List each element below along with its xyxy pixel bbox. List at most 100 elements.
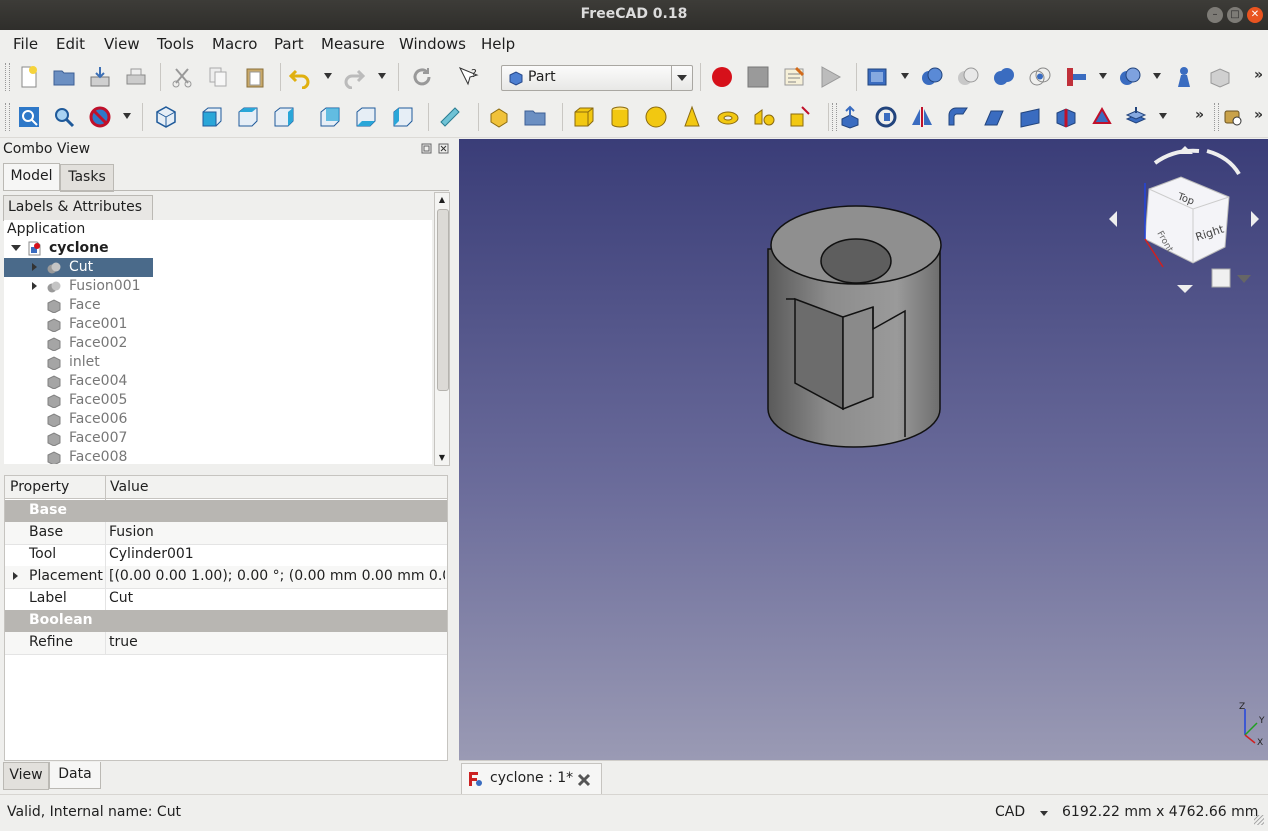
cylinder-icon[interactable] (608, 105, 632, 129)
labels-attributes-header[interactable]: Labels & Attributes (3, 195, 153, 221)
tree-item[interactable]: Face004 (4, 372, 432, 391)
primitives-icon[interactable] (752, 105, 776, 129)
run-macro-icon[interactable] (818, 65, 842, 89)
shape-builder-icon[interactable] (788, 105, 812, 129)
save-icon[interactable] (88, 65, 112, 89)
redo-dropdown-icon[interactable] (378, 73, 386, 79)
new-document-icon[interactable] (17, 65, 41, 89)
tree-document[interactable]: cyclone (4, 239, 432, 258)
refresh-icon[interactable] (410, 65, 434, 89)
defeaturing-icon[interactable] (1208, 65, 1232, 89)
measure-distance-icon[interactable] (438, 105, 462, 129)
expand-arrow-icon[interactable] (13, 572, 18, 580)
print-icon[interactable] (124, 65, 148, 89)
menu-part[interactable]: Part (274, 35, 304, 53)
toolbar-handle[interactable] (5, 63, 10, 91)
resize-grip[interactable] (1254, 815, 1264, 825)
tree-item[interactable]: Face (4, 296, 432, 315)
tab-data[interactable]: Data (49, 762, 101, 789)
property-row-tool[interactable]: Tool Cylinder001 (5, 544, 447, 567)
offset-dropdown-icon[interactable] (1159, 113, 1167, 119)
tree-item[interactable]: Face001 (4, 315, 432, 334)
open-folder-icon[interactable] (52, 65, 76, 89)
property-value[interactable]: Cut (109, 590, 445, 606)
make-face-icon[interactable] (1018, 105, 1042, 129)
menu-macro[interactable]: Macro (212, 35, 257, 53)
float-panel-icon[interactable] (421, 143, 432, 154)
paste-icon[interactable] (243, 65, 267, 89)
property-row-refine[interactable]: Refine true (5, 632, 447, 655)
create-part-icon[interactable] (487, 105, 511, 129)
draw-style-dropdown-icon[interactable] (123, 113, 131, 119)
split-icon[interactable] (1118, 65, 1142, 89)
cube-icon[interactable] (572, 105, 596, 129)
join-features-icon[interactable] (1064, 65, 1088, 89)
chamfer-icon[interactable] (982, 105, 1006, 129)
tab-model[interactable]: Model (3, 163, 60, 190)
tree-item[interactable]: Face005 (4, 391, 432, 410)
common-icon[interactable] (1028, 65, 1052, 89)
chevron-down-icon[interactable] (671, 66, 692, 90)
sphere-icon[interactable] (644, 105, 668, 129)
menu-edit[interactable]: Edit (56, 35, 85, 53)
fit-all-icon[interactable] (17, 105, 41, 129)
ruled-surface-icon[interactable] (1054, 105, 1078, 129)
menu-windows[interactable]: Windows (399, 35, 466, 53)
stop-macro-icon[interactable] (746, 65, 770, 89)
toolbar-handle[interactable] (1214, 103, 1219, 131)
tree-scrollbar[interactable]: ▲ ▼ (434, 192, 450, 466)
nav-style-dropdown-icon[interactable] (1040, 811, 1048, 816)
cut-icon[interactable] (170, 65, 194, 89)
close-button[interactable]: ✕ (1247, 7, 1263, 23)
minimize-button[interactable]: – (1207, 7, 1223, 23)
tree-item[interactable]: Fusion001 (4, 277, 432, 296)
torus-icon[interactable] (716, 105, 740, 129)
menu-file[interactable]: File (13, 35, 38, 53)
check-geometry-icon[interactable] (1172, 65, 1196, 89)
view-isometric-icon[interactable] (154, 105, 178, 129)
tree-item[interactable]: Face007 (4, 429, 432, 448)
macro-editor-icon[interactable] (782, 65, 806, 89)
view-bottom-icon[interactable] (354, 105, 378, 129)
draw-style-icon[interactable] (88, 105, 112, 129)
close-panel-icon[interactable] (438, 143, 449, 154)
record-macro-icon[interactable] (710, 65, 734, 89)
fillet-icon[interactable] (946, 105, 970, 129)
split-dropdown-icon[interactable] (1153, 73, 1161, 79)
offset-icon[interactable] (1124, 105, 1148, 129)
3d-viewport[interactable]: Top Right Front Z Y X (459, 139, 1268, 760)
property-value[interactable]: true (109, 634, 445, 650)
property-value[interactable]: Fusion (109, 524, 445, 540)
group-base[interactable]: Base (5, 500, 447, 523)
menu-measure[interactable]: Measure (321, 35, 385, 53)
copy-icon[interactable] (206, 65, 230, 89)
fusion-icon[interactable] (992, 65, 1016, 89)
view-right-icon[interactable] (272, 105, 296, 129)
create-group-icon[interactable] (523, 105, 547, 129)
property-row-base[interactable]: Base Fusion (5, 522, 447, 545)
view-rear-icon[interactable] (318, 105, 342, 129)
model-tree[interactable]: Application cyclone Cut Fusion001 Face Face… (4, 220, 432, 464)
toolbar-overflow-icon[interactable]: » (1195, 107, 1204, 123)
property-value[interactable]: Cylinder001 (109, 546, 445, 562)
extrude-icon[interactable] (838, 105, 862, 129)
tree-item[interactable]: Face002 (4, 334, 432, 353)
view-top-icon[interactable] (236, 105, 260, 129)
tree-item[interactable]: Face008 (4, 448, 432, 464)
cyclone-model[interactable] (767, 205, 942, 448)
loft-icon[interactable] (1090, 105, 1114, 129)
scroll-up-icon[interactable]: ▲ (435, 193, 449, 207)
menu-tools[interactable]: Tools (157, 35, 194, 53)
scroll-thumb[interactable] (437, 209, 449, 391)
tree-item[interactable]: Cut (4, 258, 153, 277)
workbench-selector[interactable]: Part (501, 65, 693, 91)
undo-dropdown-icon[interactable] (324, 73, 332, 79)
revolve-icon[interactable] (874, 105, 898, 129)
scroll-down-icon[interactable]: ▼ (435, 451, 449, 465)
menu-view[interactable]: View (104, 35, 140, 53)
property-row-label[interactable]: Label Cut (5, 588, 447, 611)
undo-icon[interactable] (288, 65, 312, 89)
toolbar-handle[interactable] (832, 103, 837, 131)
maximize-button[interactable]: □ (1227, 7, 1243, 23)
property-value[interactable]: [(0.00 0.00 1.00); 0.00 °; (0.00 mm 0.00… (109, 568, 445, 584)
